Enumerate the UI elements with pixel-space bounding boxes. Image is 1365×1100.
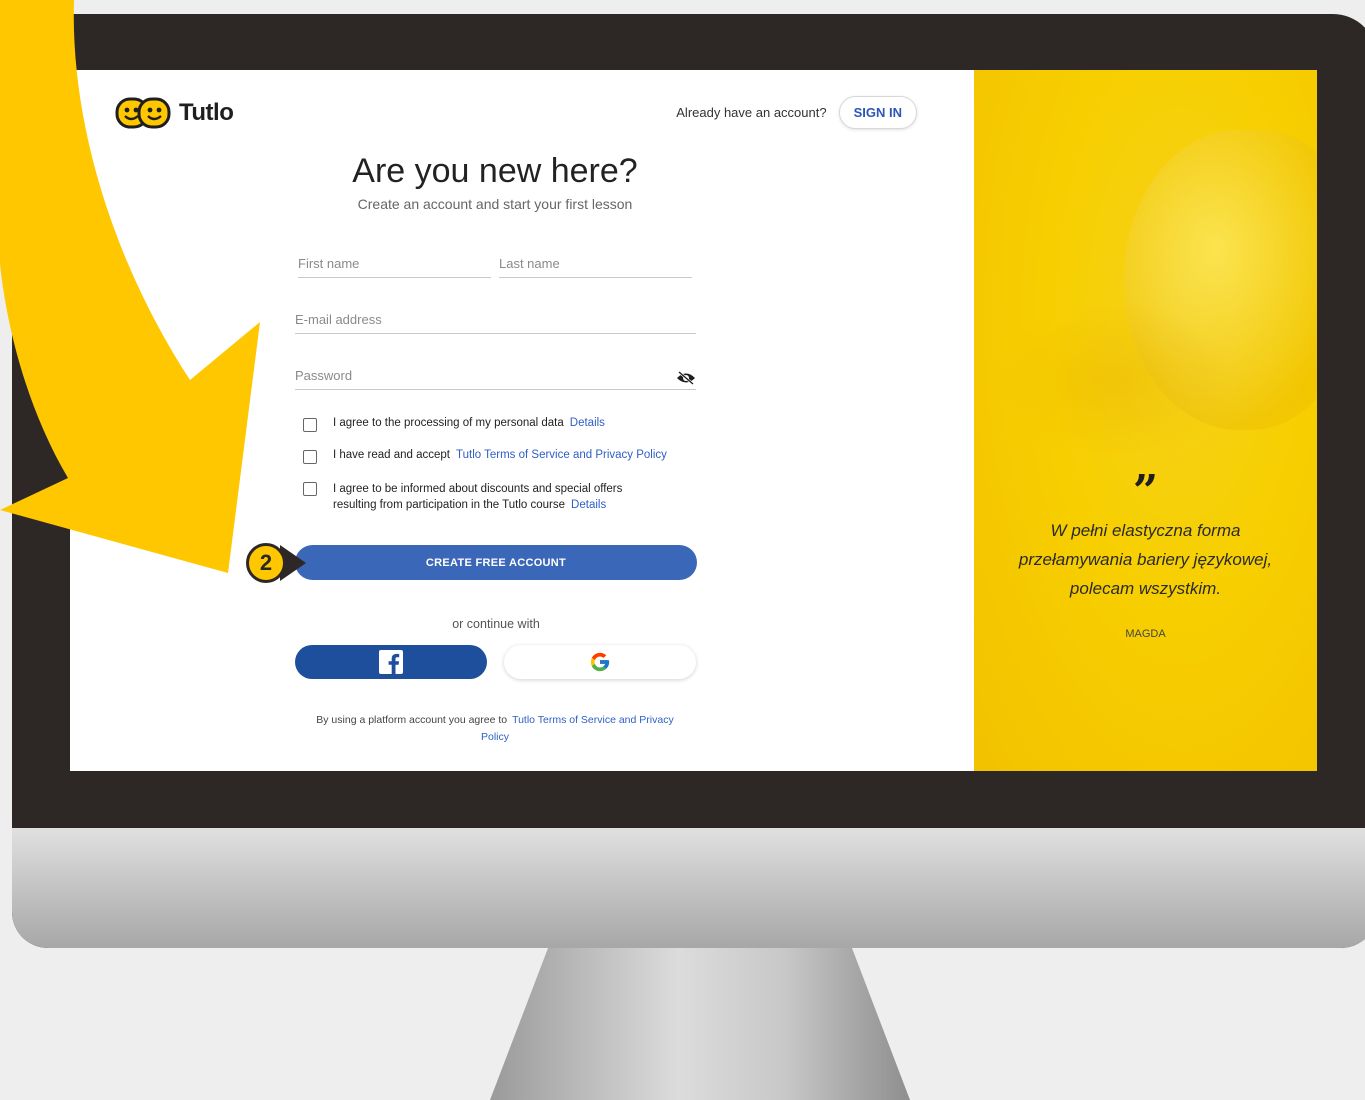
consent-checkbox-terms[interactable] xyxy=(303,450,317,464)
signup-pane: Tutlo Already have an account? SIGN IN A… xyxy=(70,70,974,771)
last-name-placeholder: Last name xyxy=(499,256,560,271)
page-title: Are you new here? xyxy=(352,152,638,190)
terms-link[interactable]: Tutlo Terms of Service and Privacy Polic… xyxy=(456,449,667,461)
create-account-button[interactable]: CREATE FREE ACCOUNT xyxy=(295,545,697,580)
details-link[interactable]: Details xyxy=(570,417,605,429)
email-field[interactable]: E-mail address xyxy=(295,312,696,334)
email-placeholder: E-mail address xyxy=(295,312,382,327)
facebook-login-button[interactable] xyxy=(295,645,487,679)
first-name-placeholder: First name xyxy=(298,256,360,271)
first-name-field[interactable]: First name xyxy=(298,256,491,278)
step-badge: 2 xyxy=(246,543,286,583)
testimonial-author: MAGDA xyxy=(1125,628,1166,640)
testimonial-text: W pełni elastyczna forma przełamywania b… xyxy=(1018,521,1273,598)
consent-text: I have read and accept Tutlo Terms of Ser… xyxy=(333,449,667,461)
details-link[interactable]: Details xyxy=(571,499,606,511)
monitor-chin xyxy=(12,828,1365,948)
legal-text: By using a platform account you agree to xyxy=(316,714,508,726)
brand-name: Tutlo xyxy=(179,99,234,126)
legal-notice: By using a platform account you agree to… xyxy=(310,712,680,746)
consent-data-processing: I agree to the processing of my personal… xyxy=(303,417,605,432)
monitor-stand xyxy=(490,946,910,1100)
consent-checkbox-marketing[interactable] xyxy=(303,482,317,496)
consent-terms: I have read and accept Tutlo Terms of Ser… xyxy=(303,449,667,464)
eye-slash-icon[interactable] xyxy=(676,371,696,385)
signin-prompt: Already have an account? xyxy=(676,105,827,120)
tutlo-smiley-icon xyxy=(115,97,171,129)
password-field[interactable]: Password xyxy=(295,368,696,390)
facebook-icon xyxy=(379,650,403,674)
quote-icon: ” xyxy=(1132,466,1159,517)
consent-marketing: I agree to be informed about discounts a… xyxy=(303,481,643,513)
consent-checkbox-data[interactable] xyxy=(303,418,317,432)
page-subtitle: Create an account and start your first l… xyxy=(357,196,633,212)
brand-logo[interactable]: Tutlo xyxy=(115,94,234,132)
password-placeholder: Password xyxy=(295,368,353,383)
testimonial-pane: ” W pełni elastyczna forma przełamywania… xyxy=(974,70,1317,771)
background-photo-shade xyxy=(994,300,1234,460)
consent-text: I agree to be informed about discounts a… xyxy=(333,481,643,513)
signin-area: Already have an account? SIGN IN xyxy=(676,96,917,129)
last-name-field[interactable]: Last name xyxy=(499,256,692,278)
legal-terms-link[interactable]: Tutlo Terms of Service and Privacy Polic… xyxy=(481,714,674,743)
screen: Tutlo Already have an account? SIGN IN A… xyxy=(70,70,1317,771)
google-login-button[interactable] xyxy=(504,645,696,679)
consent-text: I agree to the processing of my personal… xyxy=(333,417,605,429)
consent-label: I agree to the processing of my personal… xyxy=(333,417,564,429)
google-icon xyxy=(590,652,610,672)
consent-label: I have read and accept xyxy=(333,449,450,461)
sign-in-button[interactable]: SIGN IN xyxy=(838,96,917,129)
continue-with-label: or continue with xyxy=(452,617,540,631)
